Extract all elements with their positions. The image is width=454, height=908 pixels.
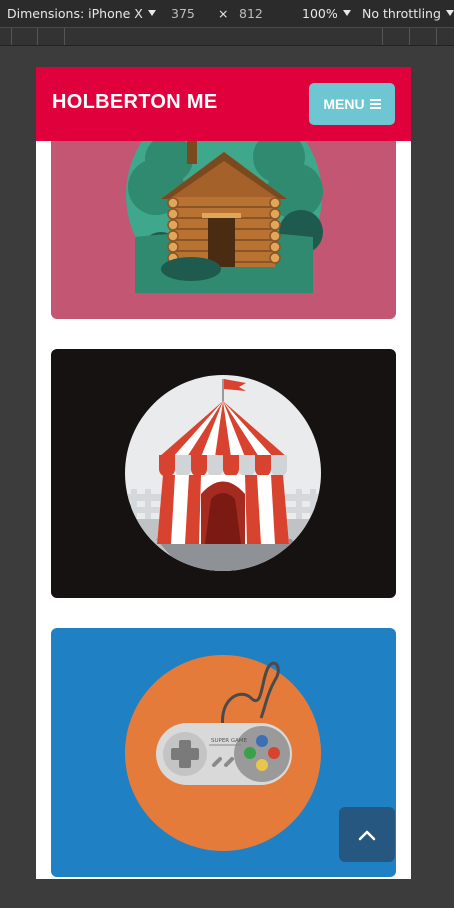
zoom-dropdown[interactable]: 100% <box>302 6 351 21</box>
site-header: HOLBERTON ME MENU <box>36 67 411 141</box>
menu-button[interactable]: MENU <box>309 83 395 125</box>
height-field[interactable]: 812 <box>239 6 263 21</box>
dropdown-arrow-icon <box>445 10 454 16</box>
dropdown-arrow-icon <box>342 10 351 16</box>
circus-tent-illustration <box>51 349 396 598</box>
devtools-toolbar: Dimensions: iPhone X 375 × 812 100% No t… <box>0 0 454 28</box>
menu-label: MENU <box>323 96 365 112</box>
dropdown-arrow-icon <box>147 10 156 16</box>
card-circus-tent[interactable] <box>51 349 396 598</box>
chevron-up-icon <box>358 830 376 840</box>
device-viewport: SUPER GAME HOLBERTON ME MENU <box>36 67 411 879</box>
hamburger-icon <box>369 97 381 111</box>
controller-label: SUPER GAME <box>211 738 248 744</box>
media-query-ruler <box>0 28 454 46</box>
site-brand[interactable]: HOLBERTON ME <box>52 91 217 114</box>
back-to-top-button[interactable] <box>339 807 395 862</box>
width-field[interactable]: 375 <box>171 6 195 21</box>
throttling-dropdown[interactable]: No throttling <box>362 6 454 21</box>
dimensions-dropdown[interactable]: Dimensions: iPhone X <box>7 6 156 21</box>
times-symbol: × <box>218 6 229 21</box>
